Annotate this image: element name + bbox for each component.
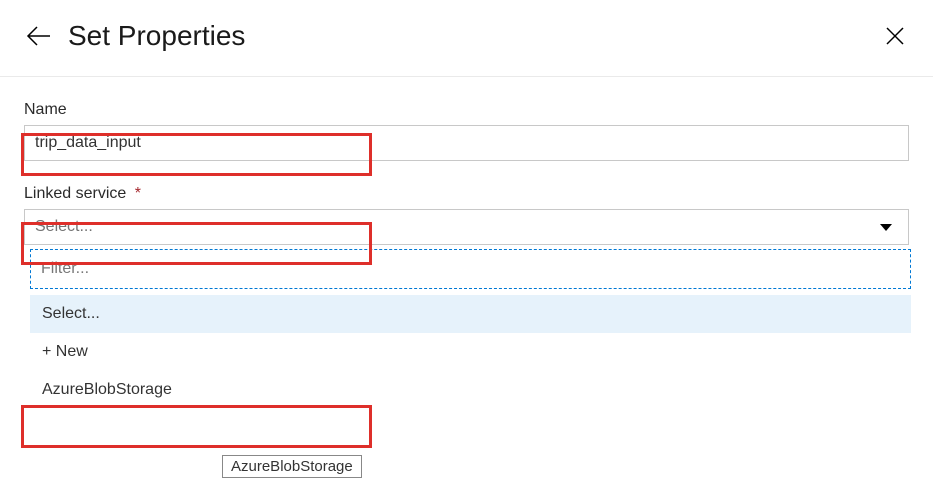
linked-service-select-wrapper: Select... Select... + New AzureBlobStora… (24, 209, 909, 245)
close-icon (885, 26, 905, 46)
highlight-azureblobstorage-option (21, 405, 372, 448)
name-group: Name (24, 101, 909, 161)
linked-service-label-text: Linked service (24, 185, 126, 202)
linked-service-label: Linked service * (24, 185, 909, 203)
linked-service-selected-text: Select... (35, 218, 93, 236)
linked-service-dropdown: Select... + New AzureBlobStorage (30, 249, 911, 409)
arrow-left-icon (26, 26, 50, 46)
required-indicator: * (135, 185, 141, 202)
linked-service-select[interactable]: Select... (24, 209, 909, 245)
back-button[interactable] (24, 22, 52, 50)
dropdown-options-list: Select... + New AzureBlobStorage (30, 295, 911, 409)
panel-title: Set Properties (68, 20, 881, 52)
tooltip: AzureBlobStorage (222, 455, 362, 478)
dropdown-filter-input[interactable] (30, 249, 911, 289)
tooltip-text: AzureBlobStorage (231, 458, 353, 475)
panel-header: Set Properties (0, 0, 933, 77)
dropdown-option-select[interactable]: Select... (30, 295, 911, 333)
dropdown-option-new[interactable]: + New (30, 333, 911, 371)
chevron-down-icon (880, 224, 892, 231)
dropdown-option-azureblobstorage[interactable]: AzureBlobStorage (30, 371, 911, 409)
form-body: Name Linked service * Select... Select..… (0, 77, 933, 245)
name-input[interactable] (24, 125, 909, 161)
name-label: Name (24, 101, 909, 119)
close-button[interactable] (881, 22, 909, 50)
linked-service-group: Linked service * Select... Select... + N… (24, 185, 909, 245)
